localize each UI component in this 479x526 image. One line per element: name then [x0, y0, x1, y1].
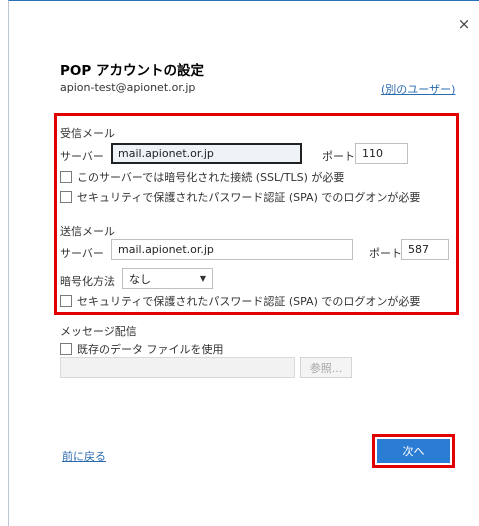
encryption-method-select[interactable]: なし ▼	[122, 268, 213, 289]
incoming-spa-checkbox[interactable]: セキュリティで保護されたパスワード認証 (SPA) でのログオンが必要	[60, 189, 420, 205]
incoming-server-input[interactable]	[111, 143, 302, 164]
data-file-path-input	[60, 357, 295, 378]
encryption-method-value: なし	[129, 272, 151, 286]
other-user-link[interactable]: (別のユーザー)	[381, 81, 455, 97]
incoming-ssl-checkbox-label: このサーバーでは暗号化された接続 (SSL/TLS) が必要	[77, 171, 345, 184]
outgoing-server-label: サーバー	[60, 247, 104, 260]
incoming-ssl-checkbox[interactable]: このサーバーでは暗号化された接続 (SSL/TLS) が必要	[60, 169, 344, 185]
browse-button: 参照...	[300, 357, 352, 378]
incoming-port-label: ポート	[322, 150, 355, 163]
outgoing-spa-checkbox[interactable]: セキュリティで保護されたパスワード認証 (SPA) でのログオンが必要	[60, 293, 420, 309]
incoming-spa-checkbox-label: セキュリティで保護されたパスワード認証 (SPA) でのログオンが必要	[77, 191, 421, 204]
existing-data-file-checkbox[interactable]: 既存のデータ ファイルを使用	[60, 341, 224, 357]
existing-data-file-label: 既存のデータ ファイルを使用	[77, 343, 224, 356]
outgoing-port-label: ポート	[369, 247, 402, 260]
checkbox-box	[60, 171, 72, 183]
back-link[interactable]: 前に戻る	[62, 448, 106, 464]
outgoing-server-input[interactable]	[111, 239, 353, 260]
incoming-server-label: サーバー	[60, 150, 104, 163]
outgoing-mail-heading: 送信メール	[60, 225, 115, 238]
checkbox-box	[60, 343, 72, 355]
pop-account-settings-dialog: × POP アカウントの設定 apion-test@apionet.or.jp …	[8, 0, 479, 526]
account-email: apion-test@apionet.or.jp	[60, 81, 196, 94]
checkbox-box	[60, 191, 72, 203]
next-button[interactable]: 次へ	[377, 439, 450, 463]
checkbox-box	[60, 295, 72, 307]
outgoing-port-input[interactable]	[401, 239, 449, 260]
encryption-method-label: 暗号化方法	[60, 275, 115, 288]
incoming-mail-heading: 受信メール	[60, 127, 115, 140]
close-button[interactable]: ×	[453, 13, 475, 35]
close-icon: ×	[457, 15, 471, 33]
dialog-title: POP アカウントの設定	[60, 63, 204, 79]
incoming-port-input[interactable]	[355, 143, 408, 164]
dropdown-arrow-icon: ▼	[199, 274, 206, 283]
outgoing-spa-checkbox-label: セキュリティで保護されたパスワード認証 (SPA) でのログオンが必要	[77, 295, 421, 308]
message-delivery-heading: メッセージ配信	[60, 325, 137, 338]
